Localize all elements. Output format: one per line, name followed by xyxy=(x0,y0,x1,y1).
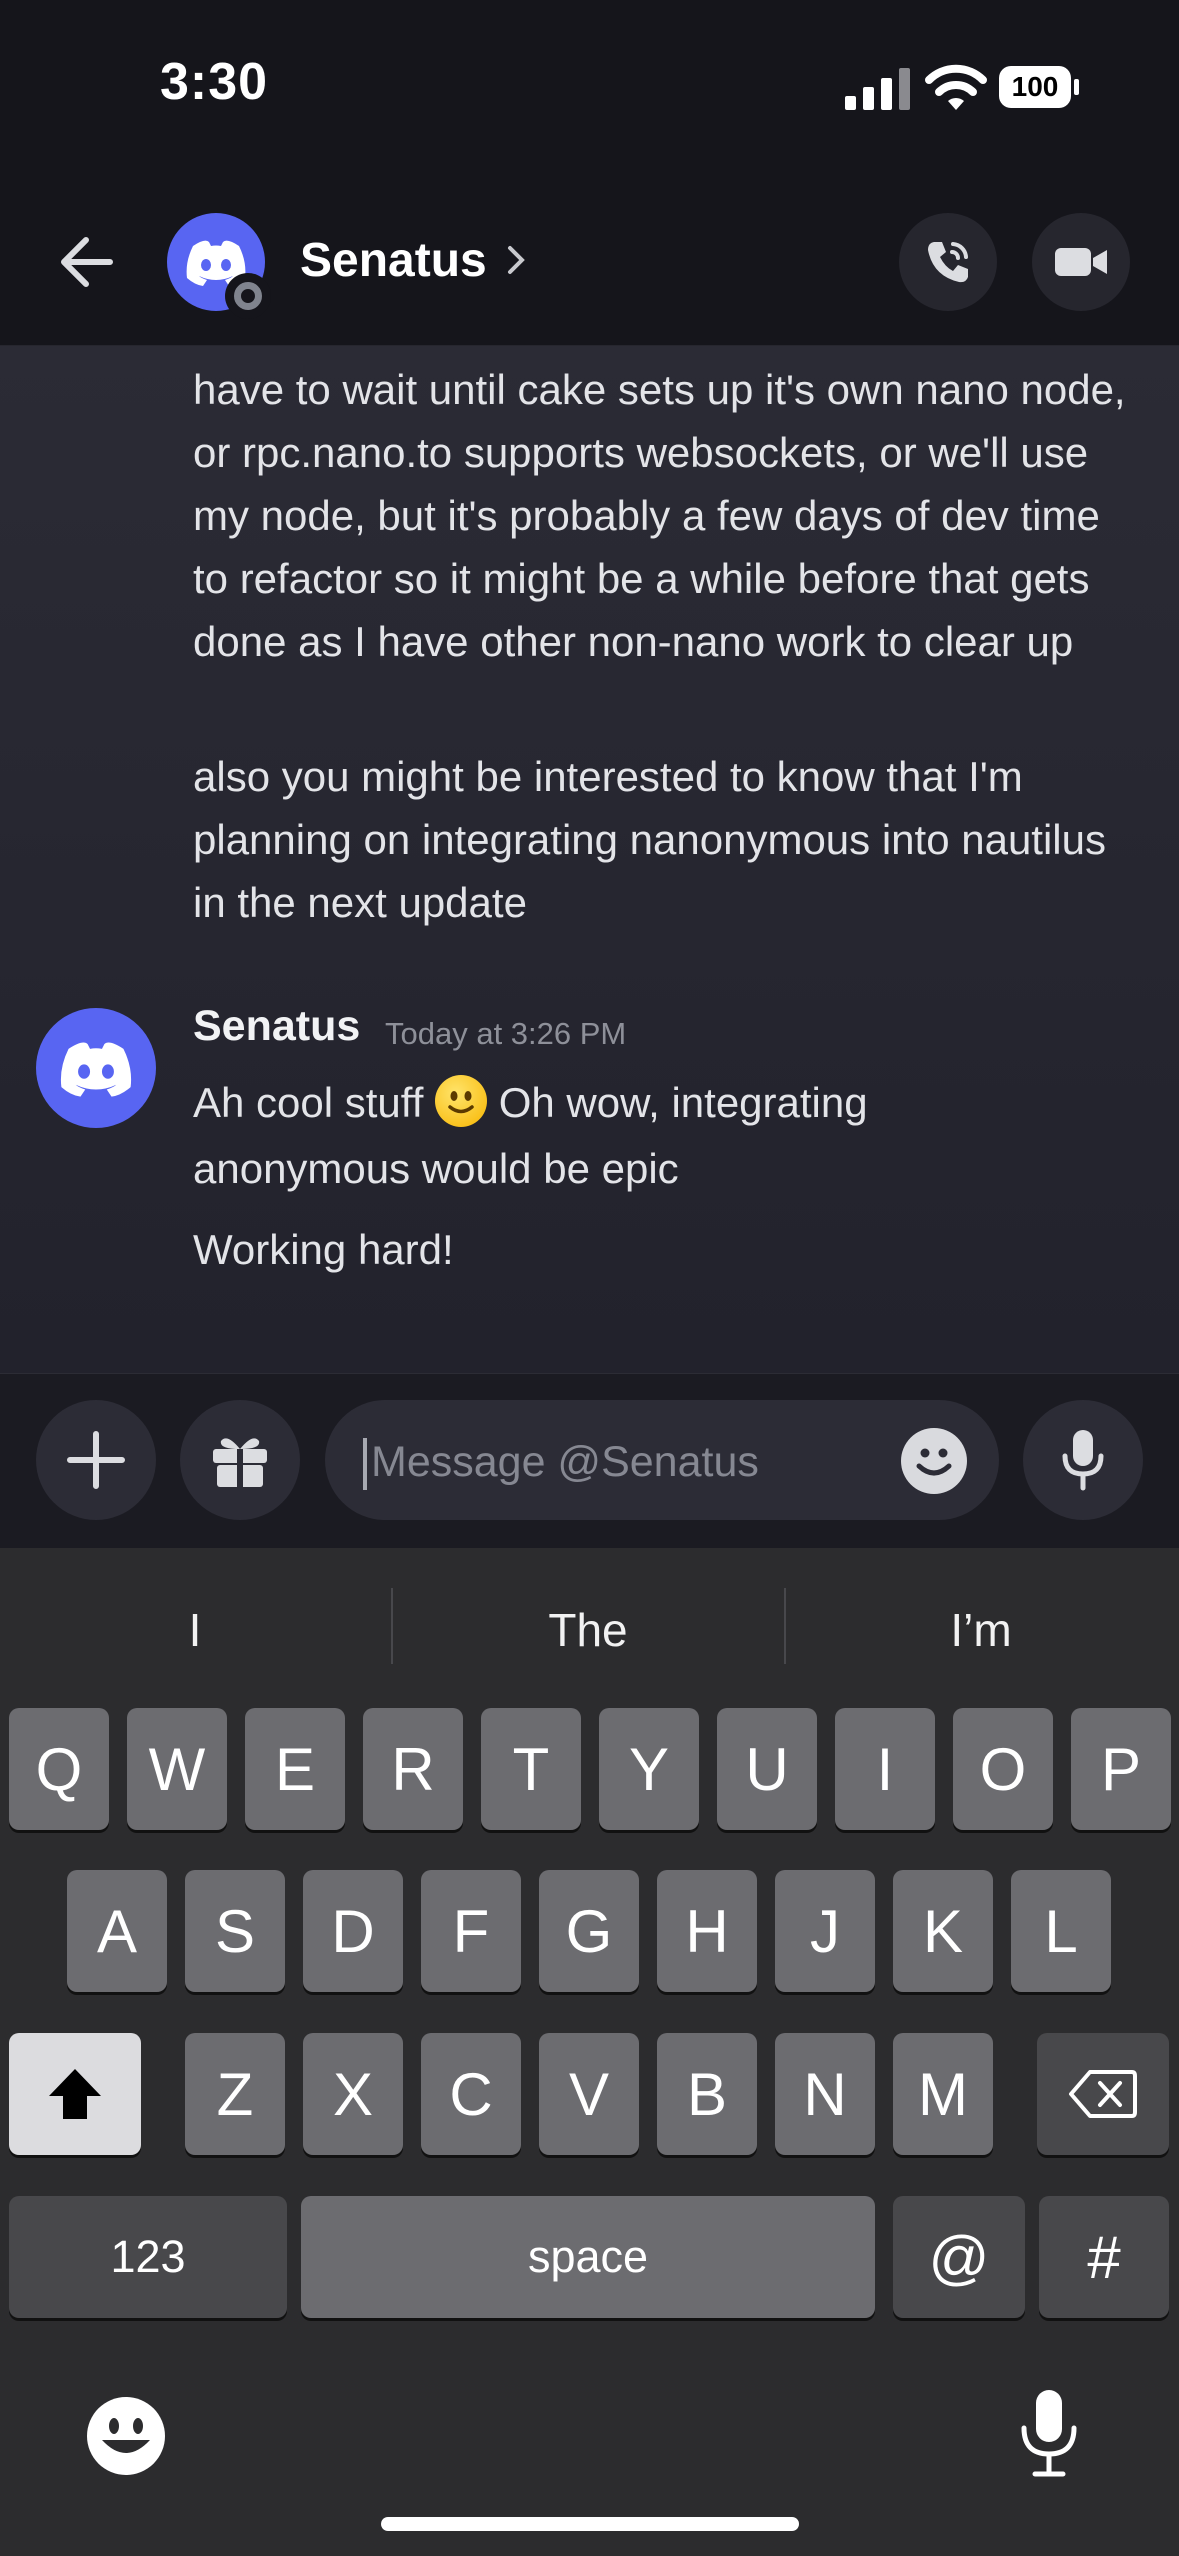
video-call-button[interactable] xyxy=(1032,213,1130,311)
shift-arrow-icon xyxy=(49,2069,101,2119)
key-b[interactable]: B xyxy=(657,2033,757,2155)
emoji-keyboard-button[interactable] xyxy=(84,2394,168,2478)
at-key[interactable]: @ xyxy=(893,2196,1025,2318)
voice-message-button[interactable] xyxy=(1023,1400,1143,1520)
message-input-placeholder: Message @Senatus xyxy=(371,1438,759,1486)
suggestion-2[interactable]: The xyxy=(393,1603,783,1657)
key-i[interactable]: I xyxy=(835,1708,935,1830)
key-z[interactable]: Z xyxy=(185,2033,285,2155)
key-d[interactable]: D xyxy=(303,1870,403,1992)
backspace-icon xyxy=(1069,2070,1137,2118)
message-text: have to wait until cake sets up it's own… xyxy=(193,366,1126,665)
status-indicator-icon xyxy=(225,273,271,319)
wifi-icon xyxy=(925,64,987,110)
key-u[interactable]: U xyxy=(717,1708,817,1830)
key-n[interactable]: N xyxy=(775,2033,875,2155)
status-bar: 3:30 100 xyxy=(0,0,1179,180)
key-x[interactable]: X xyxy=(303,2033,403,2155)
message-timestamp: Today at 3:26 PM xyxy=(385,1016,627,1051)
key-t[interactable]: T xyxy=(481,1708,581,1830)
dm-header: Senatus xyxy=(0,180,1179,346)
key-w[interactable]: W xyxy=(127,1708,227,1830)
key-k[interactable]: K xyxy=(893,1870,993,1992)
key-y[interactable]: Y xyxy=(599,1708,699,1830)
key-c[interactable]: C xyxy=(421,2033,521,2155)
status-time: 3:30 xyxy=(160,53,269,111)
slightly-smiling-face-icon xyxy=(435,1075,488,1127)
key-g[interactable]: G xyxy=(539,1870,639,1992)
key-e[interactable]: E xyxy=(245,1708,345,1830)
smile-icon xyxy=(916,1448,952,1476)
message-composer: Message @Senatus xyxy=(0,1373,1179,1549)
chevron-right-icon[interactable] xyxy=(502,240,530,280)
gift-icon xyxy=(213,1438,267,1487)
key-v[interactable]: V xyxy=(539,2033,639,2155)
shift-key[interactable] xyxy=(9,2033,141,2155)
plus-icon xyxy=(67,1431,125,1489)
dictation-button[interactable] xyxy=(1017,2388,1081,2478)
numbers-key[interactable]: 123 xyxy=(9,2196,287,2318)
attach-button[interactable] xyxy=(36,1400,156,1520)
discord-logo-icon xyxy=(60,1042,132,1097)
key-r[interactable]: R xyxy=(363,1708,463,1830)
gift-button[interactable] xyxy=(180,1400,300,1520)
hash-key[interactable]: # xyxy=(1039,2196,1169,2318)
battery-level: 100 xyxy=(1011,71,1059,102)
key-a[interactable]: A xyxy=(67,1870,167,1992)
emoji-button[interactable] xyxy=(901,1428,967,1494)
emoji-face-icon xyxy=(87,2397,165,2475)
suggestion-1[interactable]: I xyxy=(0,1603,390,1657)
message-author[interactable]: Senatus xyxy=(193,1002,360,1051)
page-title[interactable]: Senatus xyxy=(300,233,487,288)
key-f[interactable]: F xyxy=(421,1870,521,1992)
message-list[interactable]: have to wait until cake sets up it's own… xyxy=(0,346,1179,1373)
avatar[interactable] xyxy=(36,1008,156,1128)
home-indicator[interactable] xyxy=(381,2517,799,2531)
phone-icon xyxy=(928,242,968,283)
suggestion-3[interactable]: I’m xyxy=(786,1603,1176,1657)
key-h[interactable]: H xyxy=(657,1870,757,1992)
key-j[interactable]: J xyxy=(775,1870,875,1992)
message-input[interactable]: Message @Senatus xyxy=(325,1400,999,1520)
space-key[interactable]: space xyxy=(301,2196,875,2318)
message-text: also you might be interested to know tha… xyxy=(193,753,1106,926)
voice-call-button[interactable] xyxy=(899,213,997,311)
message-text: Ah cool stuff Oh wow, integrating anonym… xyxy=(193,1070,993,1202)
key-s[interactable]: S xyxy=(185,1870,285,1992)
delete-key[interactable] xyxy=(1037,2033,1169,2155)
message-text: Working hard! xyxy=(193,1226,454,1273)
video-camera-icon xyxy=(1055,248,1107,276)
keyboard: I The I’m Q W E R T Y U I O P A S D F G … xyxy=(0,1548,1179,2556)
back-arrow-icon[interactable] xyxy=(52,230,116,294)
cellular-signal-icon xyxy=(845,68,910,110)
message-text-part: Ah cool stuff xyxy=(193,1079,424,1126)
key-p[interactable]: P xyxy=(1071,1708,1171,1830)
microphone-icon xyxy=(1021,2390,1077,2477)
key-o[interactable]: O xyxy=(953,1708,1053,1830)
battery-icon: 100 xyxy=(997,64,1081,110)
text-cursor xyxy=(363,1438,367,1490)
key-q[interactable]: Q xyxy=(9,1708,109,1830)
key-m[interactable]: M xyxy=(893,2033,993,2155)
key-l[interactable]: L xyxy=(1011,1870,1111,1992)
microphone-icon xyxy=(1062,1430,1104,1491)
